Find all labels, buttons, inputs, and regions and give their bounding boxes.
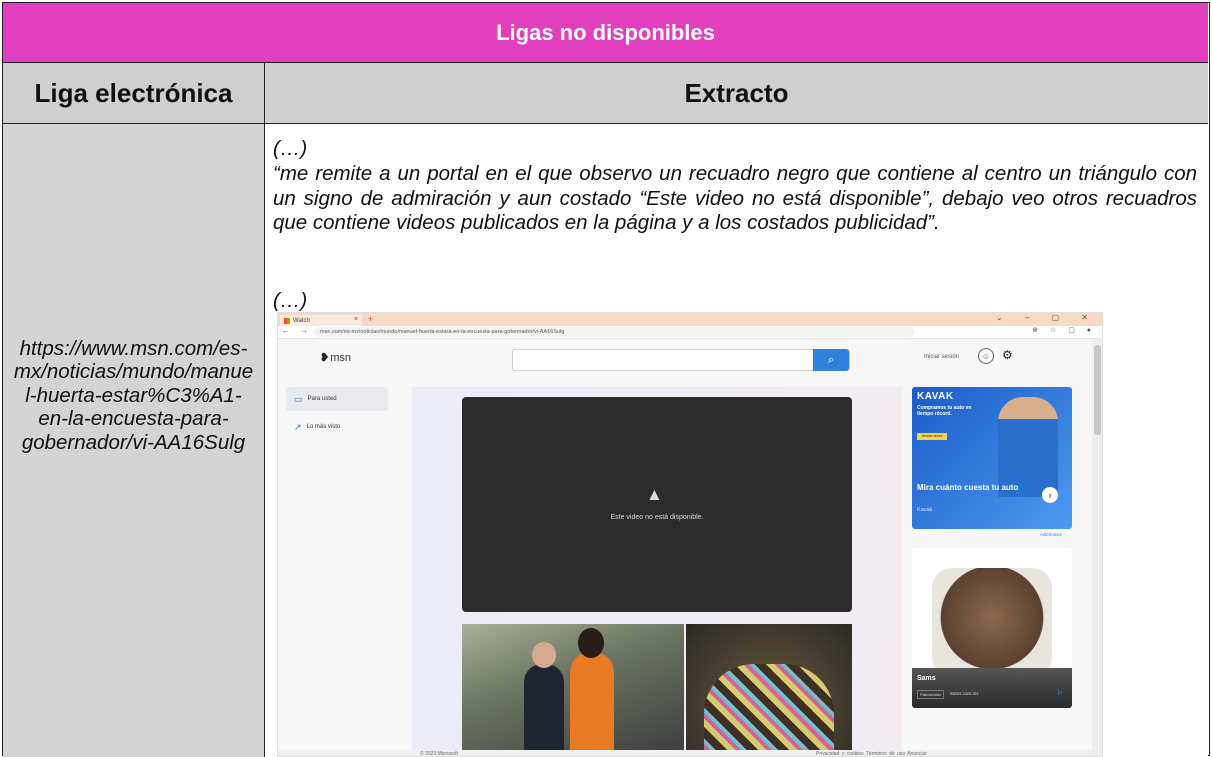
kavak-logo: KAVAK [917,391,954,402]
ad-name: Sams [917,675,936,682]
excerpt-cell: (…) “me remite a un portal en el que obs… [265,124,1208,757]
ad-caption: Sams Patrocinado Sams.com.mx ▷ [912,668,1072,708]
scrollbar-thumb[interactable] [1094,345,1101,435]
ellipsis-top: (…) [273,137,308,160]
sign-in-link[interactable]: Iniciar sesión [924,354,959,360]
play-icon: ▷ [1058,690,1063,696]
gear-icon[interactable]: ⚙ [1002,348,1013,362]
table-title-row: Ligas no disponibles [3,3,1208,63]
video-thumbnail[interactable] [686,624,852,756]
ad-subtitle: Compramos tu auto en tiempo récord. [917,405,972,417]
video-unavailable-message: Este video no está disponible. [610,514,704,521]
sticky-notes-car [704,664,834,756]
sidebar-item-lo-mas-visto[interactable]: ↗ Lo más visto [286,415,388,439]
copyright: © 2023 Microsoft [420,751,458,757]
ad-site: Sams.com.mx [950,691,979,696]
person-figure [570,652,614,756]
ad-person [998,397,1058,497]
search-input[interactable] [512,349,850,371]
electronic-link[interactable]: https://www.msn.com/es-mx/noticias/mundo… [14,337,254,455]
msn-page: ❥msn ⌕ Iniciar sesión ☺ ⚙ ▭ Para usted ↗… [278,339,1092,757]
sidebar-item-para-usted[interactable]: ▭ Para usted [286,387,388,411]
excerpt-quote: “me remite a un portal en el que observo… [273,162,1197,234]
table-header-row: Liga electrónica Extracto [3,63,1208,124]
footer-links[interactable]: Privacidad y cookies Términos de uso Anu… [816,751,927,756]
browser-tools-icons[interactable]: ⊕ ☆ ▢ ● [1032,326,1096,334]
person-head [578,628,604,658]
browser-tab[interactable]: Watch × [280,315,362,326]
link-cell: https://www.msn.com/es-mx/noticias/mundo… [3,124,265,757]
msn-logo[interactable]: ❥msn [320,351,351,364]
trending-icon: ↗ [294,421,302,432]
ad-cta-button[interactable]: Vender ahora [917,433,947,440]
monitor-icon: ▭ [294,393,303,404]
table-row: https://www.msn.com/es-mx/noticias/mundo… [3,124,1208,757]
chevron-right-icon[interactable]: › [1042,487,1058,503]
ellipsis-bottom: (…) [273,289,308,312]
close-tab-icon[interactable]: × [354,316,358,323]
sidebar-item-label: Lo más visto [306,424,341,430]
window-controls[interactable]: ⌄ – ▢ ✕ [996,313,1098,322]
ad-title: Mira cuánto cuesta tu auto [917,483,1019,492]
adchoices-label[interactable]: AdChoices [1040,532,1062,537]
microsoft-icon [284,317,290,324]
address-bar: ← → C msn.com/es-mx/noticias/mundo/manue… [278,326,1102,339]
tab-title: Watch [293,317,310,324]
sams-ad[interactable]: Sams Patrocinado Sams.com.mx ▷ [912,548,1072,708]
browser-tab-bar: Watch × + ⌄ – ▢ ✕ [278,313,1102,326]
embedded-screenshot: Watch × + ⌄ – ▢ ✕ ← → C msn.com/es-mx/no… [277,312,1103,757]
search-button[interactable]: ⌕ [813,349,849,371]
person-figure [524,664,564,756]
new-tab-icon[interactable]: + [368,314,373,324]
person-head [532,642,556,668]
sponsored-tag: Patrocinado [917,690,945,699]
sidebar-item-label: Para usted [307,396,337,402]
butterfly-icon: ❥ [320,352,330,364]
document-table: Ligas no disponibles Liga electrónica Ex… [2,2,1210,757]
table-title: Ligas no disponibles [496,19,715,45]
video-thumbnail[interactable] [462,624,684,756]
recliner-image [932,568,1052,678]
logo-text: msn [330,352,351,364]
video-player[interactable]: ▲ Este video no está disponible. [462,397,852,612]
warning-icon: ▲ [646,485,663,504]
ad-advertiser: Kavak [917,507,933,513]
kavak-ad[interactable]: KAVAK Compramos tu auto en tiempo récord… [912,387,1072,529]
search-icon: ⌕ [827,353,835,366]
url-field[interactable]: msn.com/es-mx/noticias/mundo/manuel-huer… [314,327,914,337]
avatar-icon[interactable]: ☺ [978,348,994,364]
header-excerpt-column: Extracto [684,77,789,108]
header-link-column: Liga electrónica [3,63,265,123]
